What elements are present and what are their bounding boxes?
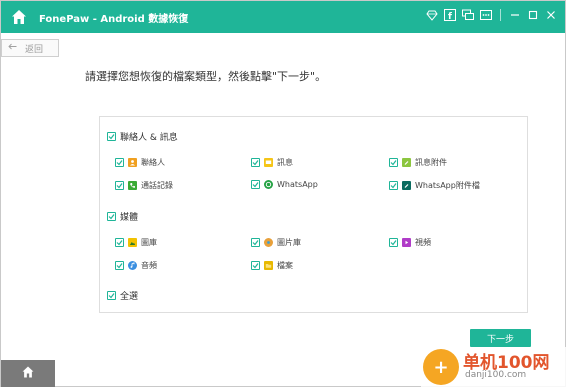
arrow-left-icon [8,43,17,53]
checkbox-checked-icon[interactable] [251,238,260,247]
item-picture-library[interactable]: 圖片庫 [251,237,301,248]
item-label: WhatsApp附件檔 [415,181,480,190]
item-label: 檔案 [277,261,293,270]
item-label: 圖片庫 [277,238,301,247]
title-bar: FonePaw - Android 數據恢復 f [1,1,565,33]
whatsapp-attachment-icon [402,181,411,190]
item-label: 訊息 [277,158,293,167]
item-label: 圖庫 [141,238,157,247]
checkbox-checked-icon[interactable] [107,132,116,141]
facebook-icon[interactable]: f [444,9,456,21]
checkbox-checked-icon[interactable] [389,181,398,190]
instruction-text: 請選擇您想恢復的檔案類型，然後點擊"下一步"。 [85,70,327,83]
checkbox-checked-icon[interactable] [107,291,116,300]
gallery-icon [128,238,137,247]
item-contacts[interactable]: 聯絡人 [115,157,165,168]
bottom-home-button[interactable] [1,360,55,387]
diamond-icon[interactable] [426,9,438,21]
watermark-logo-icon: + [423,349,459,385]
folder-icon [264,261,273,270]
watermark: + 单机100网 danji100.com [421,347,566,387]
chat-icon[interactable] [462,9,474,21]
checkbox-checked-icon[interactable] [389,238,398,247]
minimize-icon[interactable] [509,9,521,21]
group-label: 聯絡人 & 訊息 [120,133,178,143]
checkbox-checked-icon[interactable] [115,158,124,167]
home-icon[interactable] [10,8,28,26]
maximize-icon[interactable] [527,9,539,21]
attachment-icon [402,158,411,167]
checkbox-checked-icon[interactable] [107,212,116,221]
item-label: 音頻 [141,261,157,270]
group-contacts-messages[interactable]: 聯絡人 & 訊息 [107,130,178,143]
checkbox-checked-icon[interactable] [251,261,260,270]
item-call-logs[interactable]: 通話記錄 [115,180,173,191]
item-label: 聯絡人 [141,158,165,167]
app-title: FonePaw - Android 數據恢復 [39,14,189,25]
checkbox-checked-icon[interactable] [389,158,398,167]
checkbox-checked-icon[interactable] [115,181,124,190]
video-icon [402,238,411,247]
svg-text:f: f [448,12,452,21]
item-whatsapp-attachments[interactable]: WhatsApp附件檔 [389,180,480,191]
item-audio[interactable]: 音頻 [115,260,157,271]
group-media[interactable]: 媒體 [107,210,138,223]
checkbox-checked-icon[interactable] [115,238,124,247]
select-all[interactable]: 全選 [107,289,138,302]
checkbox-checked-icon[interactable] [251,158,260,167]
whatsapp-icon [264,180,273,189]
file-type-panel: 聯絡人 & 訊息 聯絡人 訊息 訊息附件 通話記錄 WhatsApp Whats… [99,116,528,313]
home-icon [21,364,35,383]
item-message-attachments[interactable]: 訊息附件 [389,157,447,168]
item-documents[interactable]: 檔案 [251,260,293,271]
group-label: 媒體 [120,213,139,223]
item-label: 視頻 [415,238,431,247]
checkbox-checked-icon[interactable] [251,180,260,189]
more-icon[interactable] [480,9,492,21]
item-messages[interactable]: 訊息 [251,157,293,168]
checkbox-checked-icon[interactable] [115,261,124,270]
item-label: 訊息附件 [415,158,447,167]
item-whatsapp[interactable]: WhatsApp [251,180,318,189]
item-gallery[interactable]: 圖庫 [115,237,157,248]
app-window: FonePaw - Android 數據恢復 f 返回 請選擇您想恢復的檔案類型… [0,0,566,387]
titlebar-divider [500,9,501,21]
select-all-label: 全選 [120,292,139,302]
next-button[interactable]: 下一步 [470,329,531,347]
watermark-url: danji100.com [465,370,527,380]
close-icon[interactable] [545,9,557,21]
audio-icon [128,261,137,270]
message-icon [264,158,273,167]
back-button-label: 返回 [25,44,44,55]
back-button[interactable]: 返回 [1,39,59,57]
item-label: 通話記錄 [141,181,173,190]
item-label: WhatsApp [277,180,318,189]
item-videos[interactable]: 視頻 [389,237,431,248]
picture-library-icon [264,238,273,247]
phone-icon [128,181,137,190]
contacts-icon [128,158,137,167]
